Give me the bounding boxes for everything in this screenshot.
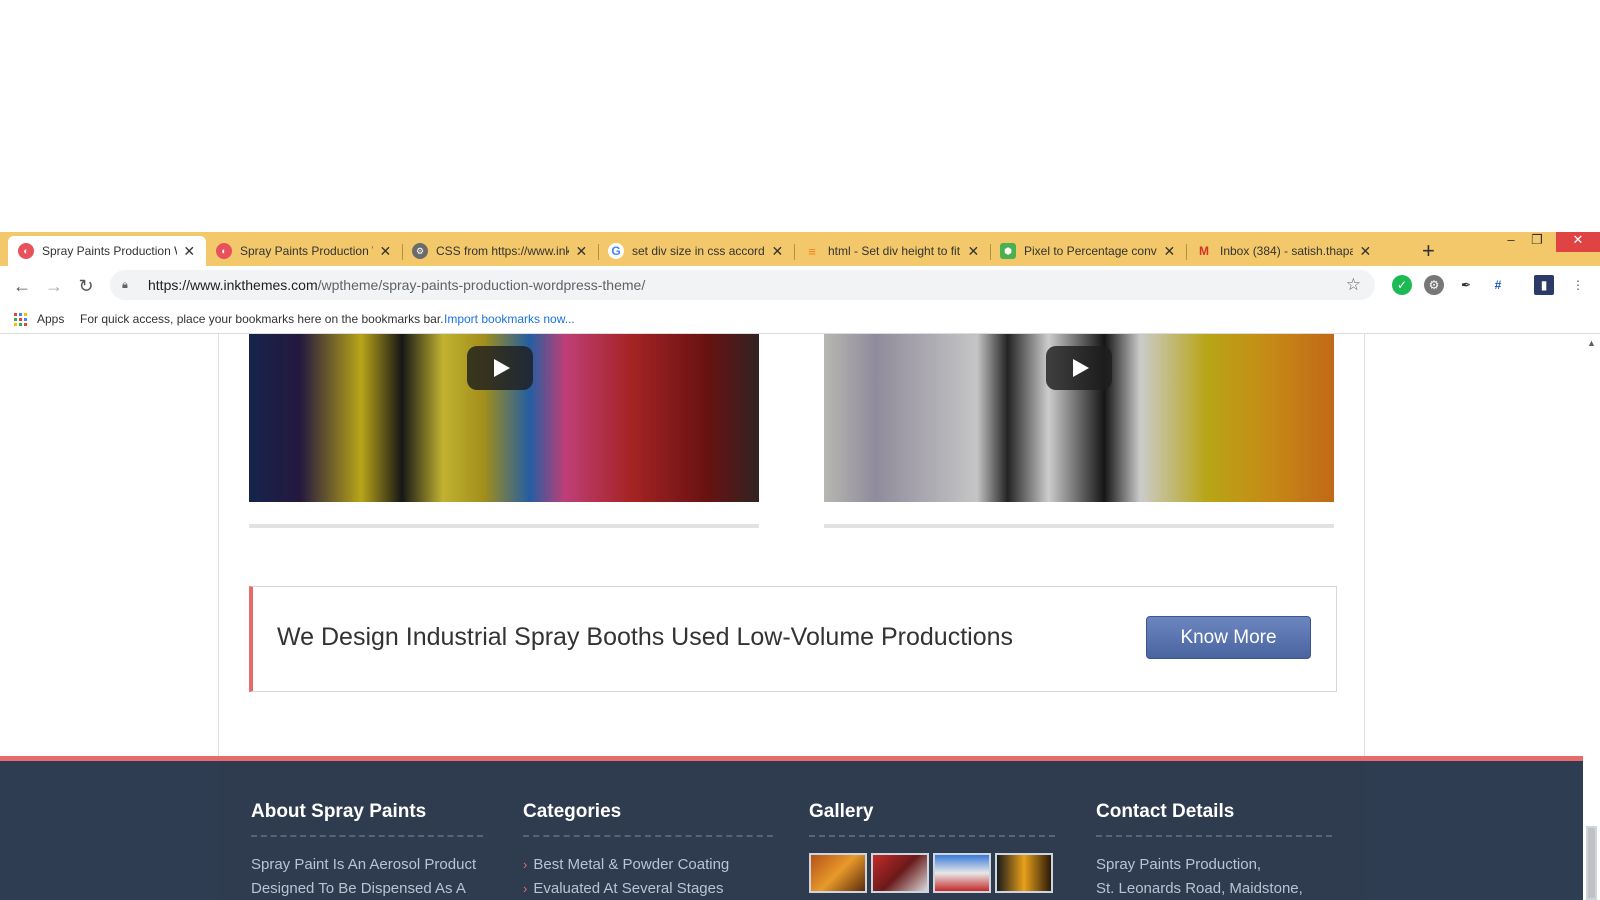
browser-window: ◐ Spray Paints Production W ✕ ◐ Spray Pa… — [0, 232, 1600, 900]
new-tab-button[interactable]: + — [1422, 238, 1435, 264]
forward-icon[interactable]: → — [42, 274, 66, 298]
tab-title: Spray Paints Production W — [240, 244, 373, 258]
contact-text: Spray Paints Production, St. Leonards Ro… — [1096, 853, 1332, 900]
tab-strip: ◐ Spray Paints Production W ✕ ◐ Spray Pa… — [0, 232, 1600, 266]
gallery-thumbnail[interactable] — [933, 853, 991, 893]
footer-gallery-title: Gallery — [809, 801, 874, 822]
eyedropper-icon[interactable]: ✒ — [1456, 275, 1476, 295]
back-icon[interactable]: ← — [10, 274, 34, 298]
inkthemes-icon: ◐ — [216, 243, 232, 259]
bookmarks-bar: Apps For quick access, place your bookma… — [0, 304, 1600, 334]
categories-list: › Best Metal & Powder Coating › Evaluated … — [523, 853, 773, 900]
video-thumbnail-right[interactable] — [824, 334, 1334, 502]
check-extension-icon[interactable]: ✓ — [1392, 275, 1412, 295]
tab-google-search[interactable]: G set div size in css accordin ✕ — [598, 236, 794, 266]
restore-button[interactable]: ❐ — [1522, 232, 1552, 252]
gallery-thumbnail[interactable] — [871, 853, 929, 893]
gmail-icon: M — [1199, 244, 1209, 258]
tab-title: Spray Paints Production W — [42, 244, 177, 258]
contact-line: Spray Paints Production, — [1096, 856, 1262, 873]
profile-extension-icon[interactable]: ▮ — [1534, 275, 1554, 295]
know-more-button[interactable]: Know More — [1146, 616, 1311, 659]
google-icon: G — [608, 243, 624, 259]
bookmarks-hint: For quick access, place your bookmarks h… — [80, 312, 444, 326]
category-link[interactable]: › Evaluated At Several Stages — [523, 877, 773, 900]
tab-title: Pixel to Percentage conve — [1024, 244, 1157, 258]
import-bookmarks-link[interactable]: Import bookmarks now... — [444, 312, 575, 326]
close-icon[interactable]: ✕ — [771, 243, 784, 260]
blank-area — [0, 0, 1600, 232]
close-icon[interactable]: ✕ — [379, 243, 392, 260]
close-icon[interactable]: ✕ — [1359, 243, 1372, 260]
footer-divider — [523, 835, 773, 837]
tab-gmail-inbox[interactable]: M Inbox (384) - satish.thapa ✕ — [1186, 236, 1382, 266]
play-icon[interactable] — [1046, 346, 1112, 390]
browser-toolbar: ← → ↻ 🔒︎ https://www.inkthemes.com/wpthe… — [0, 266, 1600, 304]
gallery-thumbnail[interactable] — [809, 853, 867, 893]
close-icon[interactable]: ✕ — [967, 243, 980, 260]
category-label: Best Metal & Powder Coating — [533, 856, 730, 873]
menu-icon[interactable]: ⋮ — [1568, 275, 1588, 295]
close-icon[interactable]: ✕ — [575, 243, 588, 260]
chevron-right-icon: › — [523, 881, 528, 896]
category-label: Evaluated At Several Stages — [533, 880, 724, 897]
footer-divider — [809, 835, 1055, 837]
gallery-thumbnails — [809, 853, 1055, 893]
inkthemes-icon: ◐ — [18, 243, 34, 259]
stackoverflow-icon: ≡ — [808, 243, 816, 259]
page-viewport: We Design Industrial Spray Booths Used L… — [0, 334, 1600, 900]
footer-divider — [251, 835, 483, 837]
footer-categories-title: Categories — [523, 801, 622, 822]
about-line: Designed To Be Dispensed As A — [251, 880, 466, 897]
gear-extension-icon[interactable]: ⚙ — [1424, 275, 1444, 295]
crop-icon[interactable]: # — [1488, 275, 1508, 295]
footer-about: About Spray Paints Spray Paint Is An Aer… — [251, 801, 483, 900]
footer: About Spray Paints Spray Paint Is An Aer… — [0, 761, 1583, 900]
lock-icon: 🔒︎ — [122, 278, 128, 291]
reload-icon[interactable]: ↻ — [74, 274, 98, 298]
footer-divider — [1096, 835, 1332, 837]
close-icon[interactable]: ✕ — [183, 243, 196, 260]
tab-title: html - Set div height to fit — [828, 244, 961, 258]
video-thumbnail-left[interactable] — [249, 334, 759, 502]
about-line: Spray Paint Is An Aerosol Product — [251, 856, 477, 873]
play-icon[interactable] — [467, 346, 533, 390]
video-divider — [824, 524, 1334, 528]
footer-gallery: Gallery — [809, 801, 1055, 893]
tab-title: set div size in css accordin — [632, 244, 765, 258]
apps-link[interactable]: Apps — [37, 312, 64, 326]
cta-banner: We Design Industrial Spray Booths Used L… — [249, 586, 1337, 692]
scroll-up-icon[interactable]: ▲ — [1587, 338, 1596, 348]
category-link[interactable]: › Best Metal & Powder Coating — [523, 853, 773, 877]
tab-title: CSS from https://www.inkt — [436, 244, 569, 258]
footer-contact: Contact Details Spray Paints Production,… — [1096, 801, 1332, 900]
scrollbar-thumb[interactable] — [1586, 826, 1597, 900]
url-host: https://www.inkthemes.com — [148, 277, 318, 293]
tab-stackoverflow[interactable]: ≡ html - Set div height to fit ✕ — [794, 236, 990, 266]
gallery-thumbnail[interactable] — [995, 853, 1053, 893]
url-path: /wptheme/spray-paints-production-wordpre… — [317, 277, 646, 293]
chevron-right-icon: › — [523, 857, 528, 872]
gear-icon: ⚙ — [412, 243, 428, 259]
tab-title: Inbox (384) - satish.thapa — [1220, 244, 1353, 258]
tab-spray-paints-2[interactable]: ◐ Spray Paints Production W ✕ — [206, 236, 402, 266]
bookmark-star-icon[interactable]: ☆ — [1346, 275, 1361, 295]
page-scrollbar[interactable]: ▲ — [1583, 334, 1600, 900]
footer-contact-title: Contact Details — [1096, 801, 1235, 822]
apps-grid-icon[interactable] — [14, 313, 27, 326]
close-window-button[interactable]: ✕ — [1556, 232, 1600, 252]
tab-spray-paints-1[interactable]: ◐ Spray Paints Production W ✕ — [8, 236, 206, 266]
hexagon-icon: ⬢ — [1000, 243, 1016, 259]
cta-text: We Design Industrial Spray Booths Used L… — [277, 623, 1014, 651]
contact-line: St. Leonards Road, Maidstone, — [1096, 880, 1303, 897]
tab-pixel-to-percentage[interactable]: ⬢ Pixel to Percentage conve ✕ — [990, 236, 1186, 266]
footer-inner: About Spray Paints Spray Paint Is An Aer… — [218, 761, 1365, 900]
video-divider — [249, 524, 759, 528]
footer-categories: Categories › Best Metal & Powder Coating … — [523, 801, 773, 900]
footer-about-title: About Spray Paints — [251, 801, 427, 822]
address-bar[interactable]: 🔒︎ https://www.inkthemes.com/wptheme/spr… — [110, 270, 1375, 300]
footer-about-text: Spray Paint Is An Aerosol Product Design… — [251, 853, 483, 900]
tab-css-source[interactable]: ⚙ CSS from https://www.inkt ✕ — [402, 236, 598, 266]
close-icon[interactable]: ✕ — [1163, 243, 1176, 260]
